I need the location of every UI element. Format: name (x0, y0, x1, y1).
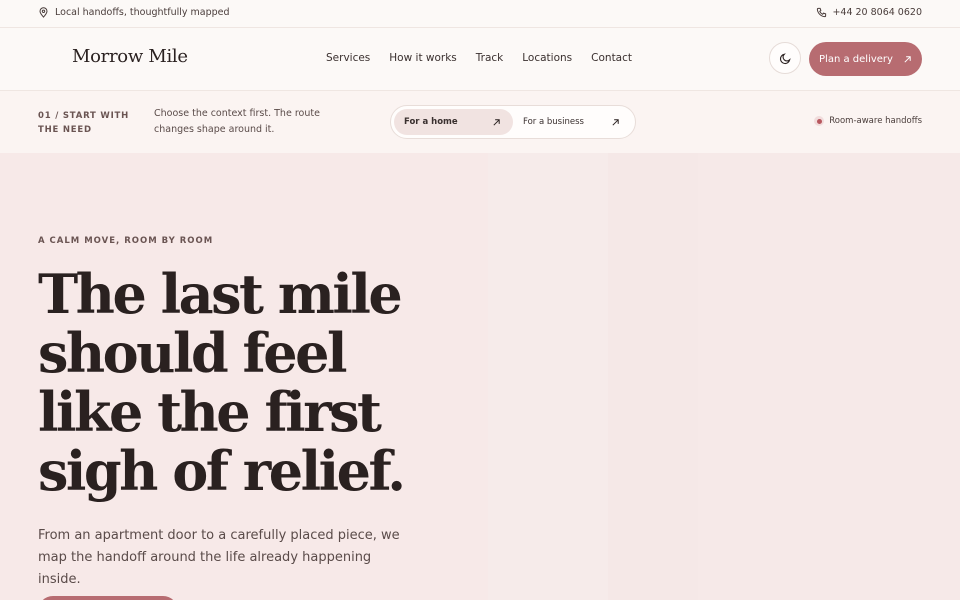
step-label: 01 / START WITH THE NEED (38, 111, 130, 135)
option-for-a-business[interactable]: For a business (513, 109, 632, 135)
context-bar: 01 / START WITH THE NEED Choose the cont… (0, 91, 960, 153)
status-indicator: Room-aware handoffs (814, 116, 922, 126)
context-description: Choose the context first. The route chan… (154, 108, 320, 135)
tagline: Local handoffs, thoughtfully mapped (38, 7, 230, 18)
site-header: Morrow Mile Services How it works Track … (0, 28, 960, 91)
plan-delivery-label: Plan a delivery (819, 53, 893, 65)
headline-line: The last mile (38, 262, 403, 326)
option-for-a-home[interactable]: For a home (394, 109, 513, 135)
context-toggle: For a home For a business (390, 105, 636, 139)
hero-background-panel (488, 153, 608, 600)
plan-delivery-button[interactable]: Plan a delivery (809, 42, 922, 76)
theme-toggle-button[interactable] (769, 42, 801, 74)
nav-services[interactable]: Services (326, 52, 370, 64)
option-label: For a business (523, 117, 584, 127)
hero-cta-button[interactable] (38, 596, 178, 600)
tagline-text: Local handoffs, thoughtfully mapped (55, 7, 230, 18)
arrow-up-right-icon (904, 55, 911, 63)
phone-icon (816, 7, 827, 18)
arrow-up-right-icon (612, 118, 619, 126)
headline-line: like the first (38, 380, 382, 444)
status-dot-icon (814, 116, 825, 126)
nav-locations[interactable]: Locations (522, 52, 572, 64)
headline-line: sigh of relief. (38, 439, 406, 503)
hero-background-panel (608, 153, 698, 600)
brand-logo[interactable]: Morrow Mile (72, 46, 188, 67)
phone-number: +44 20 8064 0620 (832, 7, 922, 18)
utility-bar: Local handoffs, thoughtfully mapped +44 … (0, 0, 960, 28)
hero-section: A CALM MOVE, ROOM BY ROOM The last mile … (0, 153, 960, 600)
phone-link[interactable]: +44 20 8064 0620 (816, 7, 922, 18)
hero-eyebrow: A CALM MOVE, ROOM BY ROOM (38, 236, 214, 246)
hero-headline: The last mile should feel like the first… (38, 265, 478, 501)
hero-lead: From an apartment door to a carefully pl… (38, 528, 400, 587)
status-text: Room-aware handoffs (829, 116, 922, 126)
hero-background-panel (698, 153, 960, 600)
main-nav: Services How it works Track Locations Co… (326, 52, 632, 64)
nav-contact[interactable]: Contact (591, 52, 632, 64)
nav-how-it-works[interactable]: How it works (389, 52, 457, 64)
headline-line: should feel (38, 321, 347, 385)
map-pin-icon (38, 7, 49, 18)
nav-track[interactable]: Track (476, 52, 503, 64)
arrow-up-right-icon (493, 118, 500, 126)
moon-icon (779, 52, 791, 64)
option-label: For a home (404, 117, 458, 127)
